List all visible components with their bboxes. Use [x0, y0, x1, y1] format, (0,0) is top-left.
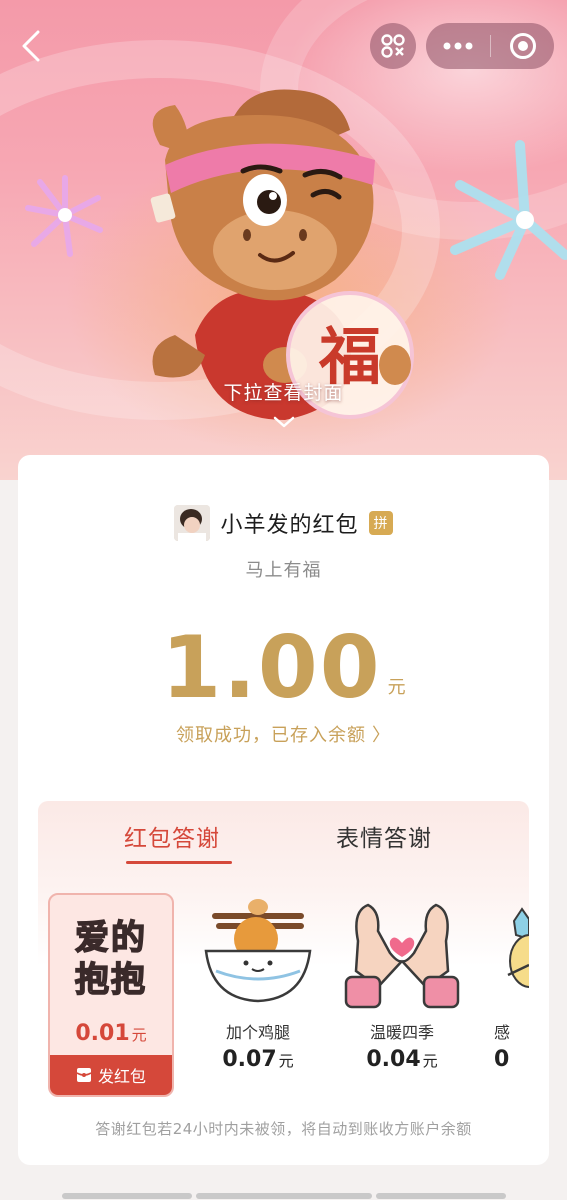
gift-name: 加个鸡腿 [225, 1023, 290, 1042]
send-red-packet-button[interactable]: 发红包 [50, 1055, 172, 1095]
gift-card-drumstick[interactable]: 加个鸡腿 0.07 元 [194, 891, 322, 1072]
gift-price: 0.01 元 [50, 1021, 172, 1046]
firework-icon [450, 140, 567, 280]
blessing-message: 马上有福 [245, 560, 322, 581]
cover-banner[interactable]: 福 下拉查看封面 [0, 0, 567, 480]
home-indicator [376, 1193, 506, 1199]
heart-hands-illustration [338, 891, 466, 1011]
hug-art-line-2: 抱抱 [74, 959, 147, 1001]
back-button[interactable] [14, 26, 48, 66]
chevron-down-icon [273, 416, 295, 428]
received-status-text: 领取成功，已存入余额 [176, 725, 366, 746]
group-packet-badge: 拼 [368, 511, 393, 535]
horse-mascot-illustration: 福 [150, 89, 414, 420]
gift-price-value: 0.04 [366, 1047, 421, 1072]
red-packet-icon [76, 1068, 92, 1082]
gift-partial-illustration [494, 891, 529, 1011]
gift-price-value: 0.07 [222, 1047, 277, 1072]
gift-price-unit: 元 [131, 1026, 147, 1044]
firework-icon [25, 175, 103, 257]
gift-card-heart-hands[interactable]: 温暖四季 0.04 元 [338, 891, 466, 1072]
thanks-panel: 红包答谢 表情答谢 爱的 抱抱 0.01 元 发红包 加个鸡腿 0.07 元 温… [38, 801, 529, 1101]
red-packet-detail-card: 小羊发的红包 拼 马上有福 1.00 元 领取成功，已存入余额 〉 红包答谢 表… [18, 455, 549, 1165]
gift-price: 0 [494, 1047, 529, 1072]
hug-art-text: 爱的 抱抱 [50, 917, 172, 1001]
scan-button[interactable] [370, 23, 416, 69]
gift-price-value: 0.01 [75, 1021, 130, 1046]
active-tab-indicator [126, 861, 232, 864]
close-button[interactable] [491, 23, 554, 69]
tab-sticker-thanks[interactable]: 表情答谢 [336, 819, 432, 853]
more-dots-icon [443, 42, 473, 50]
amount-value: 1.00 [161, 618, 382, 718]
scan-icon [381, 34, 405, 58]
thanks-footnote: 答谢红包若24小时内未被领，将自动到账收方账户余额 [95, 1120, 472, 1138]
amount-unit: 元 [387, 677, 406, 698]
avatar-photo [174, 505, 211, 541]
amount-row: 1.00 元 [18, 623, 549, 713]
target-close-icon [509, 33, 536, 59]
hug-art-line-1: 爱的 [74, 917, 147, 959]
chevron-left-icon [22, 30, 40, 62]
home-indicator [196, 1193, 372, 1199]
more-button[interactable] [426, 23, 490, 69]
chevron-right-icon: 〉 [372, 725, 391, 746]
gift-card-hug[interactable]: 爱的 抱抱 0.01 元 发红包 [48, 893, 174, 1097]
gift-name: 感 [494, 1023, 511, 1042]
sender-row: 小羊发的红包 拼 [18, 505, 549, 541]
gift-price-unit: 元 [422, 1052, 438, 1070]
received-status-link[interactable]: 领取成功，已存入余额 〉 [18, 721, 549, 747]
gift-price: 0.04 元 [338, 1047, 466, 1072]
gift-price-value: 0 [494, 1047, 510, 1072]
mini-program-capsule [426, 23, 554, 69]
gift-price-unit: 元 [278, 1052, 294, 1070]
gift-card-partial[interactable]: 感 0 [494, 891, 529, 1072]
home-indicator [62, 1193, 192, 1199]
tab-red-packet-thanks[interactable]: 红包答谢 [124, 819, 220, 853]
pull-down-hint: 下拉查看封面 [223, 382, 344, 404]
gift-price: 0.07 元 [194, 1047, 322, 1072]
send-red-packet-label: 发红包 [97, 1067, 146, 1086]
sender-name: 小羊发的红包 [220, 513, 359, 538]
avatar[interactable] [174, 505, 211, 541]
drumstick-rice-illustration [194, 891, 322, 1011]
gift-name: 温暖四季 [369, 1023, 434, 1042]
